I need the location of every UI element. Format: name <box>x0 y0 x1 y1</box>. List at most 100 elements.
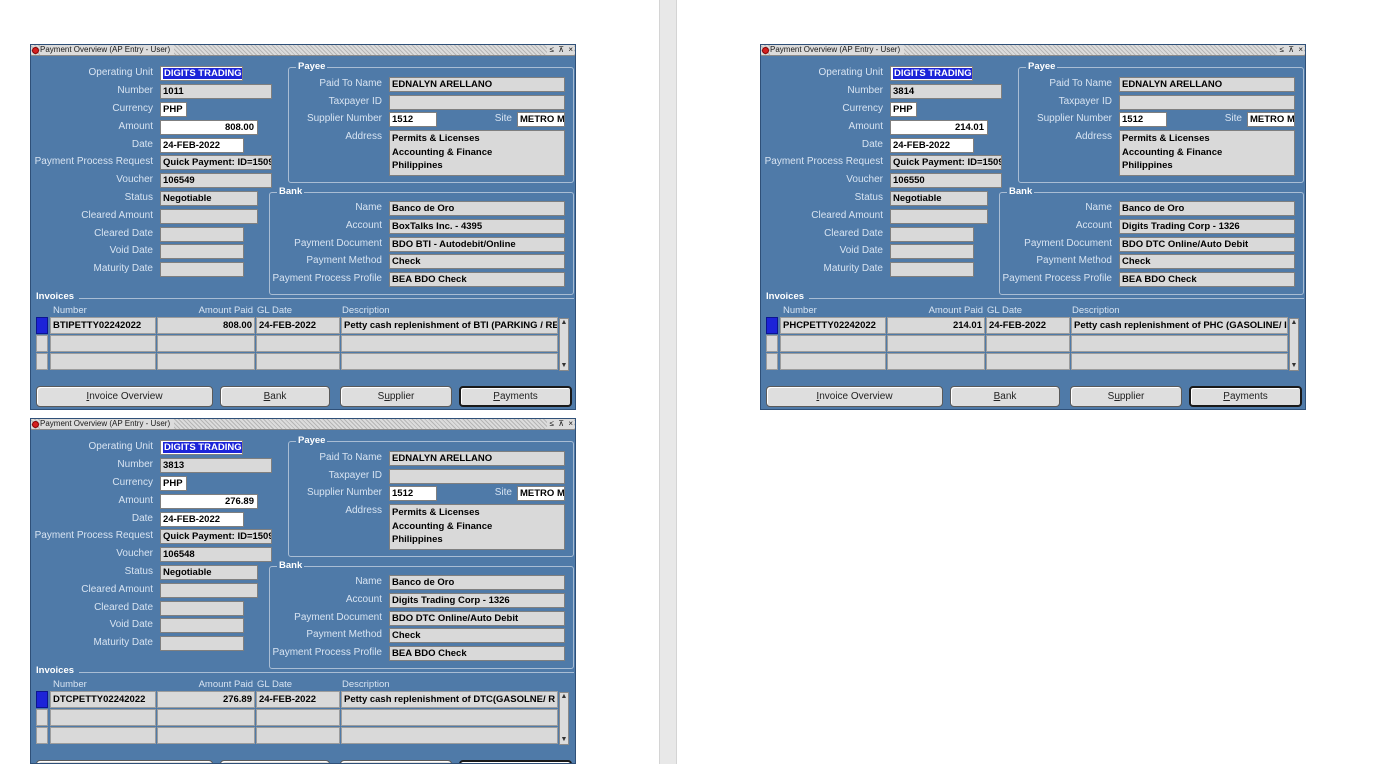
payment-document-field[interactable]: BDO DTC Online/Auto Debit <box>1119 237 1295 252</box>
window-controls-icon[interactable]: ≤ ⊼ × <box>1276 45 1304 55</box>
cleared-date-field[interactable] <box>160 227 244 242</box>
invoice-amount-cell[interactable] <box>157 335 255 352</box>
bank-button[interactable]: Bank <box>220 760 330 763</box>
row-indicator[interactable] <box>766 317 778 334</box>
window-titlebar[interactable]: Payment Overview (AP Entry - User) ≤ ⊼ × <box>31 419 575 430</box>
payment-process-request-field[interactable]: Quick Payment: ID=1509 <box>160 529 272 544</box>
date-field[interactable]: 24-FEB-2022 <box>160 512 244 527</box>
voucher-field[interactable]: 106549 <box>160 173 272 188</box>
invoices-scrollbar[interactable]: ▲ ▼ <box>1289 318 1299 371</box>
invoices-scrollbar[interactable]: ▲ ▼ <box>559 318 569 371</box>
scroll-down-icon[interactable]: ▼ <box>560 736 568 744</box>
row-indicator[interactable] <box>36 335 48 352</box>
bank-button[interactable]: Bank <box>950 386 1060 407</box>
cleared-amount-field[interactable] <box>890 209 988 224</box>
currency-field[interactable]: PHP <box>890 102 917 117</box>
maturity-date-field[interactable] <box>160 262 244 277</box>
supplier-button[interactable]: Supplier <box>1070 386 1182 407</box>
payment-process-request-field[interactable]: Quick Payment: ID=1509 <box>890 155 1002 170</box>
currency-field[interactable]: PHP <box>160 102 187 117</box>
amount-field[interactable]: 214.01 <box>890 120 988 135</box>
invoice-amount-cell[interactable] <box>157 353 255 370</box>
invoice-gl-date-cell[interactable] <box>256 727 340 744</box>
invoice-amount-cell[interactable] <box>887 353 985 370</box>
invoice-gl-date-cell[interactable] <box>986 335 1070 352</box>
payment-document-field[interactable]: BDO DTC Online/Auto Debit <box>389 611 565 626</box>
invoice-description-cell[interactable] <box>341 335 558 352</box>
number-field[interactable]: 3814 <box>890 84 1002 99</box>
invoice-number-cell[interactable] <box>780 335 886 352</box>
invoice-overview-button[interactable]: Invoice Overview <box>36 760 213 763</box>
supplier-number-field[interactable]: 1512 <box>389 486 437 501</box>
void-date-field[interactable] <box>890 244 974 259</box>
payment-process-request-field[interactable]: Quick Payment: ID=1509 <box>160 155 272 170</box>
payment-document-field[interactable]: BDO BTI - Autodebit/Online <box>389 237 565 252</box>
date-field[interactable]: 24-FEB-2022 <box>890 138 974 153</box>
invoice-description-cell[interactable]: Petty cash replenishment of BTI (PARKING… <box>341 317 558 334</box>
scroll-down-icon[interactable]: ▼ <box>1290 362 1298 370</box>
invoice-overview-button[interactable]: Invoice Overview <box>766 386 943 407</box>
number-field[interactable]: 3813 <box>160 458 272 473</box>
cleared-amount-field[interactable] <box>160 583 258 598</box>
account-field[interactable]: Digits Trading Corp - 1326 <box>1119 219 1295 234</box>
maturity-date-field[interactable] <box>160 636 244 651</box>
paid-to-name-field[interactable]: EDNALYN ARELLANO <box>1119 77 1295 92</box>
account-field[interactable]: Digits Trading Corp - 1326 <box>389 593 565 608</box>
invoice-amount-cell[interactable]: 808.00 <box>157 317 255 334</box>
scroll-up-icon[interactable]: ▲ <box>1290 319 1298 327</box>
void-date-field[interactable] <box>160 618 244 633</box>
amount-field[interactable]: 808.00 <box>160 120 258 135</box>
invoice-amount-cell[interactable] <box>157 727 255 744</box>
taxpayer-id-field[interactable] <box>1119 95 1295 110</box>
invoice-number-cell[interactable] <box>50 335 156 352</box>
status-field[interactable]: Negotiable <box>160 565 258 580</box>
voucher-field[interactable]: 106548 <box>160 547 272 562</box>
payment-method-field[interactable]: Check <box>389 628 565 643</box>
invoice-number-cell[interactable] <box>780 353 886 370</box>
invoice-amount-cell[interactable]: 276.89 <box>157 691 255 708</box>
bank-button[interactable]: Bank <box>220 386 330 407</box>
window-controls-icon[interactable]: ≤ ⊼ × <box>546 45 574 55</box>
invoice-description-cell[interactable] <box>341 353 558 370</box>
payment-process-profile-field[interactable]: BEA BDO Check <box>389 272 565 287</box>
invoice-amount-cell[interactable]: 214.01 <box>887 317 985 334</box>
account-field[interactable]: BoxTalks Inc. - 4395 <box>389 219 565 234</box>
invoice-description-cell[interactable] <box>1071 353 1288 370</box>
invoice-number-cell[interactable] <box>50 727 156 744</box>
invoice-gl-date-cell[interactable] <box>256 335 340 352</box>
status-field[interactable]: Negotiable <box>890 191 988 206</box>
invoice-gl-date-cell[interactable] <box>986 353 1070 370</box>
cleared-date-field[interactable] <box>890 227 974 242</box>
row-indicator[interactable] <box>36 727 48 744</box>
invoice-gl-date-cell[interactable]: 24-FEB-2022 <box>256 317 340 334</box>
invoice-gl-date-cell[interactable] <box>256 353 340 370</box>
address-field[interactable]: Permits & Licenses Accounting & Finance … <box>1119 130 1295 176</box>
scroll-down-icon[interactable]: ▼ <box>560 362 568 370</box>
bank-name-field[interactable]: Banco de Oro <box>1119 201 1295 216</box>
invoice-number-cell[interactable]: BTIPETTY02242022 <box>50 317 156 334</box>
payments-button[interactable]: Payments <box>1189 386 1302 407</box>
invoice-number-cell[interactable]: DTCPETTY02242022 <box>50 691 156 708</box>
invoice-description-cell[interactable]: Petty cash replenishment of PHC (GASOLIN… <box>1071 317 1288 334</box>
scroll-up-icon[interactable]: ▲ <box>560 693 568 701</box>
voucher-field[interactable]: 106550 <box>890 173 1002 188</box>
supplier-number-field[interactable]: 1512 <box>389 112 437 127</box>
invoice-description-cell[interactable] <box>1071 335 1288 352</box>
status-field[interactable]: Negotiable <box>160 191 258 206</box>
operating-unit-field[interactable]: DIGITS TRADING <box>160 440 243 455</box>
invoice-number-cell[interactable] <box>50 709 156 726</box>
row-indicator[interactable] <box>36 353 48 370</box>
window-controls-icon[interactable]: ≤ ⊼ × <box>546 419 574 429</box>
payment-method-field[interactable]: Check <box>1119 254 1295 269</box>
invoice-number-cell[interactable] <box>50 353 156 370</box>
window-titlebar[interactable]: Payment Overview (AP Entry - User) ≤ ⊼ × <box>761 45 1305 56</box>
paid-to-name-field[interactable]: EDNALYN ARELLANO <box>389 77 565 92</box>
payment-process-profile-field[interactable]: BEA BDO Check <box>1119 272 1295 287</box>
paid-to-name-field[interactable]: EDNALYN ARELLANO <box>389 451 565 466</box>
site-field[interactable]: METRO MANIL <box>1247 112 1295 127</box>
invoice-amount-cell[interactable] <box>157 709 255 726</box>
invoice-description-cell[interactable] <box>341 727 558 744</box>
operating-unit-field[interactable]: DIGITS TRADING <box>890 66 973 81</box>
site-field[interactable]: METRO MANIL <box>517 486 565 501</box>
invoice-description-cell[interactable] <box>341 709 558 726</box>
